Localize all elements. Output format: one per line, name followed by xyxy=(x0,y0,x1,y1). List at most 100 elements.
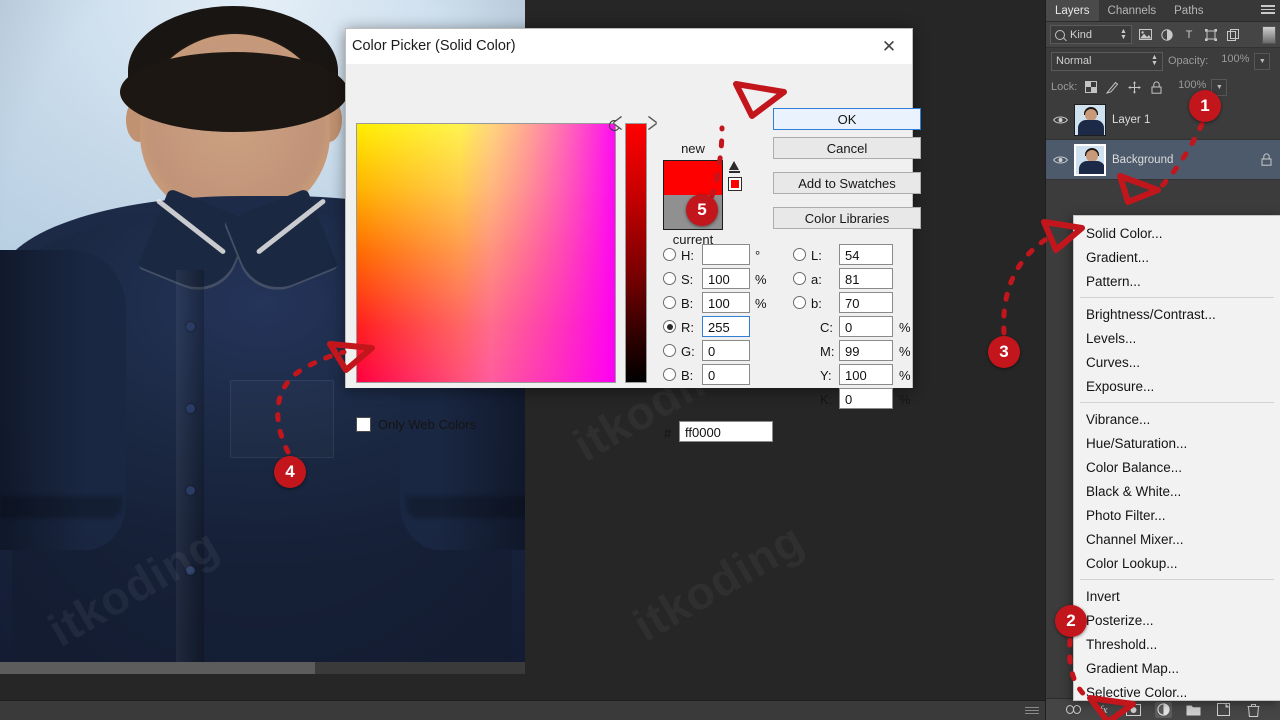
radio-h[interactable] xyxy=(663,248,676,261)
eye-icon[interactable] xyxy=(1052,155,1068,165)
menu-item-brightness-contrast[interactable]: Brightness/Contrast... xyxy=(1074,302,1280,326)
input-b[interactable]: 100 xyxy=(702,292,750,313)
menu-item-curves[interactable]: Curves... xyxy=(1074,350,1280,374)
input-h[interactable] xyxy=(702,244,750,265)
tab-layers[interactable]: Layers xyxy=(1046,0,1099,21)
color-preview-swatch[interactable] xyxy=(663,160,723,230)
menu-item-pattern[interactable]: Pattern... xyxy=(1074,269,1280,293)
cancel-button[interactable]: Cancel xyxy=(773,137,921,159)
menu-item-invert[interactable]: Invert xyxy=(1074,584,1280,608)
resize-grip-icon xyxy=(1025,707,1039,715)
chevron-down-icon[interactable]: ▼ xyxy=(1211,78,1228,96)
unit-h: ° xyxy=(755,248,761,263)
chevron-down-icon[interactable]: ▼ xyxy=(1254,52,1271,70)
label-s: S: xyxy=(681,272,694,287)
lock-image-icon[interactable] xyxy=(1104,79,1121,96)
panel-menu-icon[interactable] xyxy=(1261,5,1275,16)
radio-b[interactable] xyxy=(663,296,676,309)
document-horizontal-scrollbar[interactable] xyxy=(0,662,525,674)
unit-c: % xyxy=(899,320,911,335)
search-icon xyxy=(1055,29,1065,40)
color-libraries-button[interactable]: Color Libraries xyxy=(773,207,921,229)
menu-item-posterize[interactable]: Posterize... xyxy=(1074,608,1280,632)
input-s[interactable]: 100 xyxy=(702,268,750,289)
menu-item-color-balance[interactable]: Color Balance... xyxy=(1074,455,1280,479)
menu-item-vibrance[interactable]: Vibrance... xyxy=(1074,407,1280,431)
checkbox-box[interactable] xyxy=(356,417,371,432)
radio-b[interactable] xyxy=(663,368,676,381)
fill-value[interactable]: 100% xyxy=(1170,79,1206,96)
radio-l[interactable] xyxy=(793,248,806,261)
label-g: G: xyxy=(681,344,695,359)
menu-item-photo-filter[interactable]: Photo Filter... xyxy=(1074,503,1280,527)
layer-thumbnail[interactable] xyxy=(1074,143,1106,176)
lock-position-icon[interactable] xyxy=(1126,79,1143,96)
input-b[interactable]: 70 xyxy=(839,292,893,313)
ok-button[interactable]: OK xyxy=(773,108,921,130)
input-y[interactable]: 100 xyxy=(839,364,893,385)
eye-icon[interactable] xyxy=(1052,115,1068,125)
filter-enable-toggle[interactable] xyxy=(1262,25,1276,44)
lock-label: Lock: xyxy=(1051,81,1078,93)
chevron-updown-icon: ▲ ▼ xyxy=(1151,54,1158,67)
label-a: a: xyxy=(811,272,822,287)
table-row[interactable]: Layer 1 xyxy=(1046,100,1280,140)
menu-item-levels[interactable]: Levels... xyxy=(1074,326,1280,350)
menu-item-channel-mixer[interactable]: Channel Mixer... xyxy=(1074,527,1280,551)
lock-transparency-icon[interactable] xyxy=(1082,79,1099,96)
menu-item-threshold[interactable]: Threshold... xyxy=(1074,632,1280,656)
opacity-value[interactable]: 100% xyxy=(1213,53,1249,70)
radio-a[interactable] xyxy=(793,272,806,285)
label-b: B: xyxy=(681,296,694,311)
menu-separator xyxy=(1080,579,1274,580)
menu-item-gradient-map[interactable]: Gradient Map... xyxy=(1074,656,1280,680)
input-c[interactable]: 0 xyxy=(839,316,893,337)
menu-item-hue-saturation[interactable]: Hue/Saturation... xyxy=(1074,431,1280,455)
input-m[interactable]: 99 xyxy=(839,340,893,361)
label-c: C: xyxy=(820,320,833,335)
layer-name[interactable]: Background xyxy=(1112,154,1252,166)
input-b[interactable]: 0 xyxy=(702,364,750,385)
layer-thumbnail[interactable] xyxy=(1074,103,1106,136)
dialog-titlebar[interactable]: Color Picker (Solid Color) ✕ xyxy=(346,29,912,65)
lock-all-icon[interactable] xyxy=(1148,79,1165,96)
radio-r[interactable] xyxy=(663,320,676,333)
smartobject-filter-icon[interactable] xyxy=(1224,26,1242,44)
input-g[interactable]: 0 xyxy=(702,340,750,361)
tab-channels[interactable]: Channels xyxy=(1099,0,1166,21)
text-filter-icon[interactable]: T xyxy=(1180,26,1198,44)
menu-item-color-lookup[interactable]: Color Lookup... xyxy=(1074,551,1280,575)
adjustment-filter-icon[interactable] xyxy=(1158,26,1176,44)
hue-slider[interactable] xyxy=(625,123,647,383)
saturation-brightness-field[interactable] xyxy=(356,120,620,383)
input-l[interactable]: 54 xyxy=(839,244,893,265)
menu-item-exposure[interactable]: Exposure... xyxy=(1074,374,1280,398)
menu-item-gradient[interactable]: Gradient... xyxy=(1074,245,1280,269)
tab-paths[interactable]: Paths xyxy=(1165,0,1212,21)
hex-input[interactable]: ff0000 xyxy=(679,421,773,442)
blend-mode-select[interactable]: Normal ▲ ▼ xyxy=(1051,51,1163,71)
filter-kind-select[interactable]: Kind ▲ ▼ xyxy=(1050,25,1132,44)
add-to-swatches-button[interactable]: Add to Swatches xyxy=(773,172,921,194)
close-icon[interactable]: ✕ xyxy=(866,29,912,65)
web-safe-warning-icon[interactable] xyxy=(728,177,742,191)
current-color-swatch[interactable] xyxy=(664,195,722,229)
gamut-warning-icon[interactable] xyxy=(729,161,740,174)
layer-name[interactable]: Layer 1 xyxy=(1112,114,1274,126)
input-k[interactable]: 0 xyxy=(839,388,893,409)
radio-b[interactable] xyxy=(793,296,806,309)
radio-s[interactable] xyxy=(663,272,676,285)
hue-slider-handle-left[interactable] xyxy=(614,117,622,129)
hue-slider-handle-right[interactable] xyxy=(648,117,656,129)
shape-filter-icon[interactable] xyxy=(1202,26,1220,44)
input-a[interactable]: 81 xyxy=(839,268,893,289)
image-filter-icon[interactable] xyxy=(1136,26,1154,44)
menu-item-black-white[interactable]: Black & White... xyxy=(1074,479,1280,503)
menu-item-selective-color[interactable]: Selective Color... xyxy=(1074,680,1280,704)
new-color-swatch[interactable] xyxy=(664,161,722,195)
table-row[interactable]: Background xyxy=(1046,140,1280,180)
menu-item-solid-color[interactable]: Solid Color... xyxy=(1074,221,1280,245)
radio-g[interactable] xyxy=(663,344,676,357)
input-r[interactable]: 255 xyxy=(702,316,750,337)
only-web-colors-checkbox[interactable]: Only Web Colors xyxy=(356,417,476,432)
